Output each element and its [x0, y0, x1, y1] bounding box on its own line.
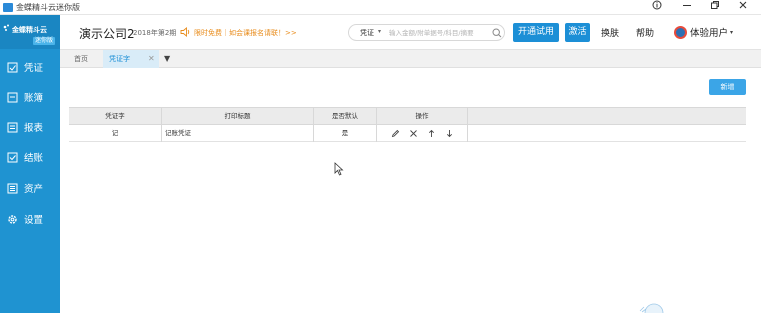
sidebar-item-report[interactable]: 报表 [0, 115, 60, 139]
search-box: 凭证 ▾ [348, 24, 505, 41]
search-icon[interactable] [492, 28, 502, 38]
change-skin-link[interactable]: 换肤 [601, 26, 619, 39]
voucher-word-cell: 记 [69, 125, 162, 142]
voucher-word-table: 凭证字 打印标题 是否默认 操作 记 记账凭证 是 [69, 107, 746, 147]
move-down-icon[interactable] [445, 129, 454, 138]
app-icon [3, 3, 13, 12]
accounting-period: 2018年第2期 [133, 29, 177, 37]
caret-down-icon[interactable]: ▼ [164, 50, 170, 68]
edit-icon[interactable] [391, 129, 400, 138]
sidebar-item-label: 账簿 [24, 93, 44, 104]
column-header: 操作 [377, 108, 468, 125]
report-icon [7, 122, 18, 133]
column-header: 打印标题 [162, 108, 314, 125]
speaker-icon [180, 27, 190, 37]
mouse-cursor-icon [334, 162, 344, 176]
window-titlebar: 金蝶精斗云迷你版 [0, 0, 761, 15]
help-link[interactable]: 帮助 [636, 26, 654, 39]
avatar [674, 25, 687, 39]
ledger-icon [7, 92, 18, 103]
logo: 金蝶精斗云 迷你版 [0, 15, 60, 49]
minimize-button[interactable] [676, 0, 698, 14]
logo-text: 金蝶精斗云 [12, 26, 47, 34]
close-icon[interactable]: ✕ [148, 50, 155, 68]
print-title-cell: 记账凭证 [162, 125, 314, 142]
close-button[interactable] [732, 0, 754, 14]
tab-home[interactable]: 首页 [68, 50, 94, 68]
table-header: 凭证字 打印标题 是否默认 操作 [69, 108, 746, 125]
settings-icon [7, 214, 18, 225]
sidebar-item-label: 设置 [24, 215, 44, 226]
tabs-bar: 首页 凭证字 ✕ ▼ [60, 50, 761, 68]
sidebar-item-label: 报表 [24, 123, 44, 134]
column-header: 是否默认 [314, 108, 377, 125]
promo-notice-link[interactable]: 限时免费｜如会课报名请联！>> [194, 28, 297, 38]
top-header: 演示公司2 2018年第2期 限时免费｜如会课报名请联！>> 凭证 ▾ 开通试用… [60, 15, 761, 50]
sidebar-item-label: 凭证 [24, 63, 44, 74]
search-input[interactable] [389, 27, 489, 38]
move-up-icon[interactable] [427, 129, 436, 138]
tab-label: 凭证字 [109, 55, 130, 63]
user-menu[interactable]: 体验用户 ▾ [674, 23, 733, 41]
sidebar: 金蝶精斗云 迷你版 凭证 账簿 报表 结账 资产 设置 [0, 15, 60, 313]
sidebar-item-asset[interactable]: 资产 [0, 176, 60, 200]
is-default-cell: 是 [314, 125, 377, 142]
main-content: 新增 凭证字 打印标题 是否默认 操作 记 记账凭证 是 [60, 68, 761, 313]
asset-icon [7, 183, 18, 194]
operations-cell [377, 125, 468, 142]
voucher-icon [7, 62, 18, 73]
closing-icon [7, 152, 18, 163]
table-row[interactable]: 记 记账凭证 是 [69, 125, 746, 142]
restore-button[interactable] [704, 0, 726, 14]
delete-icon[interactable] [409, 129, 418, 138]
sidebar-item-settings[interactable]: 设置 [0, 207, 60, 231]
column-header: 凭证字 [69, 108, 162, 125]
sidebar-item-label: 资产 [24, 184, 44, 195]
sidebar-item-ledger[interactable]: 账簿 [0, 85, 60, 109]
chevron-down-icon: ▾ [730, 28, 734, 36]
search-type-select[interactable]: 凭证 [360, 28, 374, 38]
sidebar-item-voucher[interactable]: 凭证 [0, 55, 60, 79]
logo-tag: 迷你版 [33, 37, 56, 45]
company-name[interactable]: 演示公司2 [79, 25, 135, 42]
start-trial-button[interactable]: 开通试用 [513, 23, 559, 42]
info-icon[interactable] [646, 0, 668, 14]
activate-button[interactable]: 激活 [565, 23, 590, 42]
chevron-down-icon[interactable]: ▾ [378, 28, 381, 35]
user-name: 体验用户 [690, 28, 729, 39]
sidebar-item-closing[interactable]: 结账 [0, 145, 60, 169]
sidebar-item-label: 结账 [24, 153, 44, 164]
window-title: 金蝶精斗云迷你版 [16, 3, 80, 12]
floating-helper-icon[interactable] [632, 301, 672, 313]
add-button[interactable]: 新增 [709, 79, 746, 95]
